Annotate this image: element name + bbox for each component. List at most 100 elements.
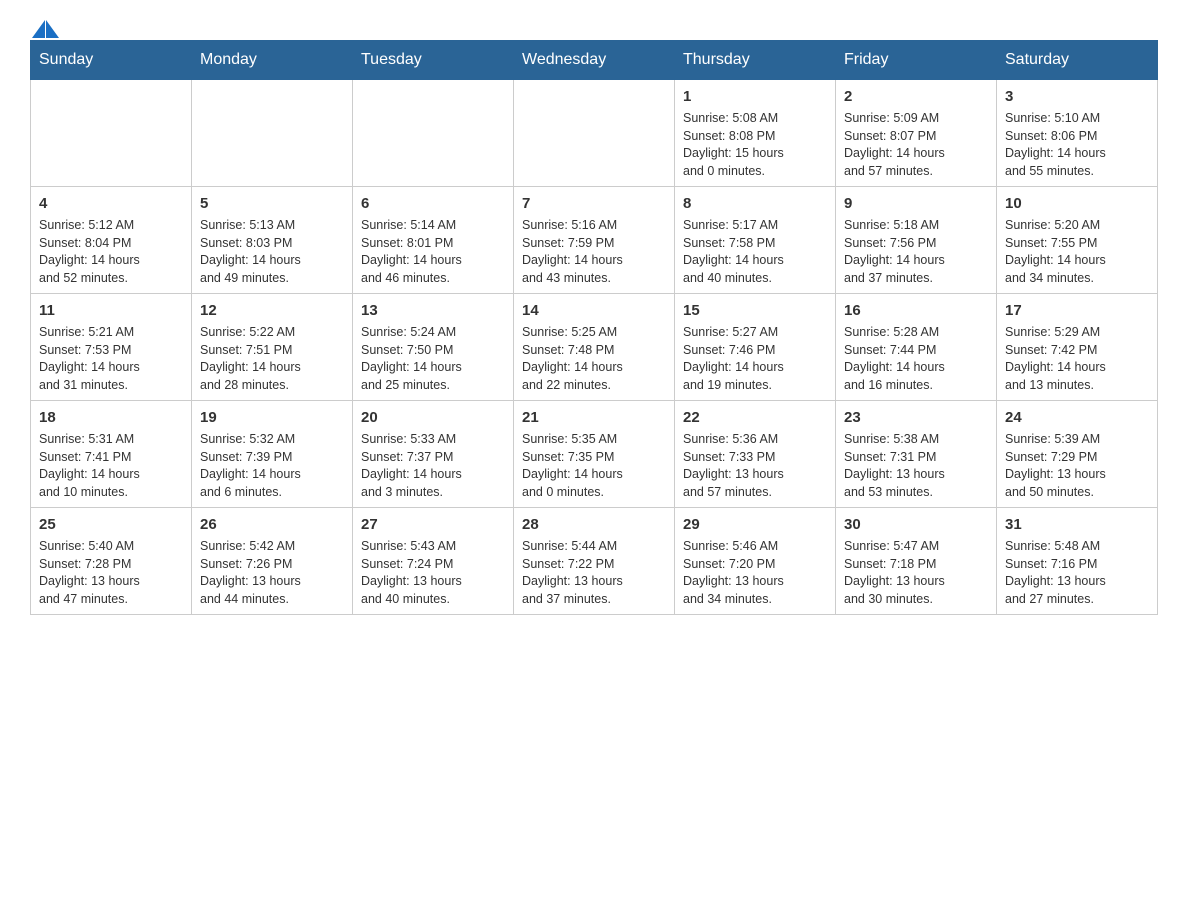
calendar-cell: 5 Sunrise: 5:13 AMSunset: 8:03 PMDaylight… <box>192 187 353 294</box>
calendar-cell: 28 Sunrise: 5:44 AMSunset: 7:22 PMDayligh… <box>514 508 675 615</box>
calendar-cell: 8 Sunrise: 5:17 AMSunset: 7:58 PMDaylight… <box>675 187 836 294</box>
calendar-week-row: 25 Sunrise: 5:40 AMSunset: 7:28 PMDayligh… <box>31 508 1158 615</box>
calendar-cell: 15 Sunrise: 5:27 AMSunset: 7:46 PMDayligh… <box>675 294 836 401</box>
day-info: Sunrise: 5:44 AMSunset: 7:22 PMDaylight:… <box>522 538 666 608</box>
day-info: Sunrise: 5:17 AMSunset: 7:58 PMDaylight:… <box>683 217 827 287</box>
weekday-header-thursday: Thursday <box>675 41 836 80</box>
day-number: 2 <box>844 86 988 107</box>
calendar-cell: 22 Sunrise: 5:36 AMSunset: 7:33 PMDayligh… <box>675 401 836 508</box>
day-info: Sunrise: 5:39 AMSunset: 7:29 PMDaylight:… <box>1005 431 1149 501</box>
weekday-header-friday: Friday <box>836 41 997 80</box>
day-info: Sunrise: 5:43 AMSunset: 7:24 PMDaylight:… <box>361 538 505 608</box>
weekday-header-row: SundayMondayTuesdayWednesdayThursdayFrid… <box>31 41 1158 80</box>
logo <box>30 20 59 36</box>
page-header <box>30 20 1158 36</box>
day-info: Sunrise: 5:33 AMSunset: 7:37 PMDaylight:… <box>361 431 505 501</box>
weekday-header-wednesday: Wednesday <box>514 41 675 80</box>
day-info: Sunrise: 5:48 AMSunset: 7:16 PMDaylight:… <box>1005 538 1149 608</box>
calendar-cell: 30Sunrise: 5:47 AMSunset: 7:18 PMDayligh… <box>836 508 997 615</box>
day-info: Sunrise: 5:16 AMSunset: 7:59 PMDaylight:… <box>522 217 666 287</box>
weekday-header-saturday: Saturday <box>997 41 1158 80</box>
day-number: 5 <box>200 193 344 214</box>
day-number: 27 <box>361 514 505 535</box>
day-number: 20 <box>361 407 505 428</box>
calendar-cell <box>31 80 192 187</box>
day-info: Sunrise: 5:36 AMSunset: 7:33 PMDaylight:… <box>683 431 827 501</box>
calendar-cell: 2 Sunrise: 5:09 AMSunset: 8:07 PMDaylight… <box>836 80 997 187</box>
day-info: Sunrise: 5:13 AMSunset: 8:03 PMDaylight:… <box>200 217 344 287</box>
day-number: 19 <box>200 407 344 428</box>
day-number: 26 <box>200 514 344 535</box>
day-number: 8 <box>683 193 827 214</box>
calendar-cell: 19 Sunrise: 5:32 AMSunset: 7:39 PMDayligh… <box>192 401 353 508</box>
calendar-cell <box>514 80 675 187</box>
day-number: 31 <box>1005 514 1149 535</box>
calendar-cell: 16 Sunrise: 5:28 AMSunset: 7:44 PMDayligh… <box>836 294 997 401</box>
day-number: 13 <box>361 300 505 321</box>
calendar-cell: 13 Sunrise: 5:24 AMSunset: 7:50 PMDayligh… <box>353 294 514 401</box>
calendar-cell <box>353 80 514 187</box>
day-info: Sunrise: 5:29 AMSunset: 7:42 PMDaylight:… <box>1005 324 1149 394</box>
day-info: Sunrise: 5:20 AMSunset: 7:55 PMDaylight:… <box>1005 217 1149 287</box>
calendar-cell: 1 Sunrise: 5:08 AMSunset: 8:08 PMDaylight… <box>675 80 836 187</box>
day-info: Sunrise: 5:21 AMSunset: 7:53 PMDaylight:… <box>39 324 183 394</box>
day-info: Sunrise: 5:27 AMSunset: 7:46 PMDaylight:… <box>683 324 827 394</box>
calendar-cell: 4 Sunrise: 5:12 AMSunset: 8:04 PMDaylight… <box>31 187 192 294</box>
day-info: Sunrise: 5:22 AMSunset: 7:51 PMDaylight:… <box>200 324 344 394</box>
weekday-header-tuesday: Tuesday <box>353 41 514 80</box>
calendar-cell: 9 Sunrise: 5:18 AMSunset: 7:56 PMDaylight… <box>836 187 997 294</box>
day-info: Sunrise: 5:10 AMSunset: 8:06 PMDaylight:… <box>1005 110 1149 180</box>
weekday-header-monday: Monday <box>192 41 353 80</box>
day-number: 29 <box>683 514 827 535</box>
calendar-cell <box>192 80 353 187</box>
day-number: 22 <box>683 407 827 428</box>
day-info: Sunrise: 5:32 AMSunset: 7:39 PMDaylight:… <box>200 431 344 501</box>
calendar-cell: 25 Sunrise: 5:40 AMSunset: 7:28 PMDayligh… <box>31 508 192 615</box>
calendar-cell: 20 Sunrise: 5:33 AMSunset: 7:37 PMDayligh… <box>353 401 514 508</box>
day-info: Sunrise: 5:25 AMSunset: 7:48 PMDaylight:… <box>522 324 666 394</box>
day-info: Sunrise: 5:28 AMSunset: 7:44 PMDaylight:… <box>844 324 988 394</box>
day-number: 3 <box>1005 86 1149 107</box>
day-info: Sunrise: 5:12 AMSunset: 8:04 PMDaylight:… <box>39 217 183 287</box>
calendar-cell: 6 Sunrise: 5:14 AMSunset: 8:01 PMDaylight… <box>353 187 514 294</box>
day-info: Sunrise: 5:09 AMSunset: 8:07 PMDaylight:… <box>844 110 988 180</box>
day-info: Sunrise: 5:31 AMSunset: 7:41 PMDaylight:… <box>39 431 183 501</box>
weekday-header-sunday: Sunday <box>31 41 192 80</box>
calendar-cell: 17 Sunrise: 5:29 AMSunset: 7:42 PMDayligh… <box>997 294 1158 401</box>
calendar-week-row: 1 Sunrise: 5:08 AMSunset: 8:08 PMDaylight… <box>31 80 1158 187</box>
calendar-cell: 31 Sunrise: 5:48 AMSunset: 7:16 PMDayligh… <box>997 508 1158 615</box>
day-info: Sunrise: 5:35 AMSunset: 7:35 PMDaylight:… <box>522 431 666 501</box>
calendar-cell: 7Sunrise: 5:16 AMSunset: 7:59 PMDaylight… <box>514 187 675 294</box>
calendar-cell: 14 Sunrise: 5:25 AMSunset: 7:48 PMDayligh… <box>514 294 675 401</box>
day-info: Sunrise: 5:18 AMSunset: 7:56 PMDaylight:… <box>844 217 988 287</box>
calendar-cell: 26 Sunrise: 5:42 AMSunset: 7:26 PMDayligh… <box>192 508 353 615</box>
calendar-cell: 29Sunrise: 5:46 AMSunset: 7:20 PMDayligh… <box>675 508 836 615</box>
day-number: 18 <box>39 407 183 428</box>
day-number: 9 <box>844 193 988 214</box>
calendar-cell: 11Sunrise: 5:21 AMSunset: 7:53 PMDayligh… <box>31 294 192 401</box>
day-number: 6 <box>361 193 505 214</box>
day-number: 28 <box>522 514 666 535</box>
day-number: 16 <box>844 300 988 321</box>
calendar-cell: 3 Sunrise: 5:10 AMSunset: 8:06 PMDaylight… <box>997 80 1158 187</box>
calendar-cell: 10 Sunrise: 5:20 AMSunset: 7:55 PMDayligh… <box>997 187 1158 294</box>
day-number: 17 <box>1005 300 1149 321</box>
calendar-cell: 12Sunrise: 5:22 AMSunset: 7:51 PMDayligh… <box>192 294 353 401</box>
day-info: Sunrise: 5:08 AMSunset: 8:08 PMDaylight:… <box>683 110 827 180</box>
day-number: 1 <box>683 86 827 107</box>
day-info: Sunrise: 5:42 AMSunset: 7:26 PMDaylight:… <box>200 538 344 608</box>
calendar-cell: 24Sunrise: 5:39 AMSunset: 7:29 PMDayligh… <box>997 401 1158 508</box>
day-number: 15 <box>683 300 827 321</box>
day-info: Sunrise: 5:38 AMSunset: 7:31 PMDaylight:… <box>844 431 988 501</box>
day-info: Sunrise: 5:24 AMSunset: 7:50 PMDaylight:… <box>361 324 505 394</box>
day-info: Sunrise: 5:40 AMSunset: 7:28 PMDaylight:… <box>39 538 183 608</box>
day-number: 14 <box>522 300 666 321</box>
calendar-week-row: 4 Sunrise: 5:12 AMSunset: 8:04 PMDaylight… <box>31 187 1158 294</box>
calendar-cell: 27 Sunrise: 5:43 AMSunset: 7:24 PMDayligh… <box>353 508 514 615</box>
day-info: Sunrise: 5:14 AMSunset: 8:01 PMDaylight:… <box>361 217 505 287</box>
day-number: 21 <box>522 407 666 428</box>
day-number: 4 <box>39 193 183 214</box>
calendar-table: SundayMondayTuesdayWednesdayThursdayFrid… <box>30 40 1158 615</box>
day-number: 25 <box>39 514 183 535</box>
day-number: 10 <box>1005 193 1149 214</box>
